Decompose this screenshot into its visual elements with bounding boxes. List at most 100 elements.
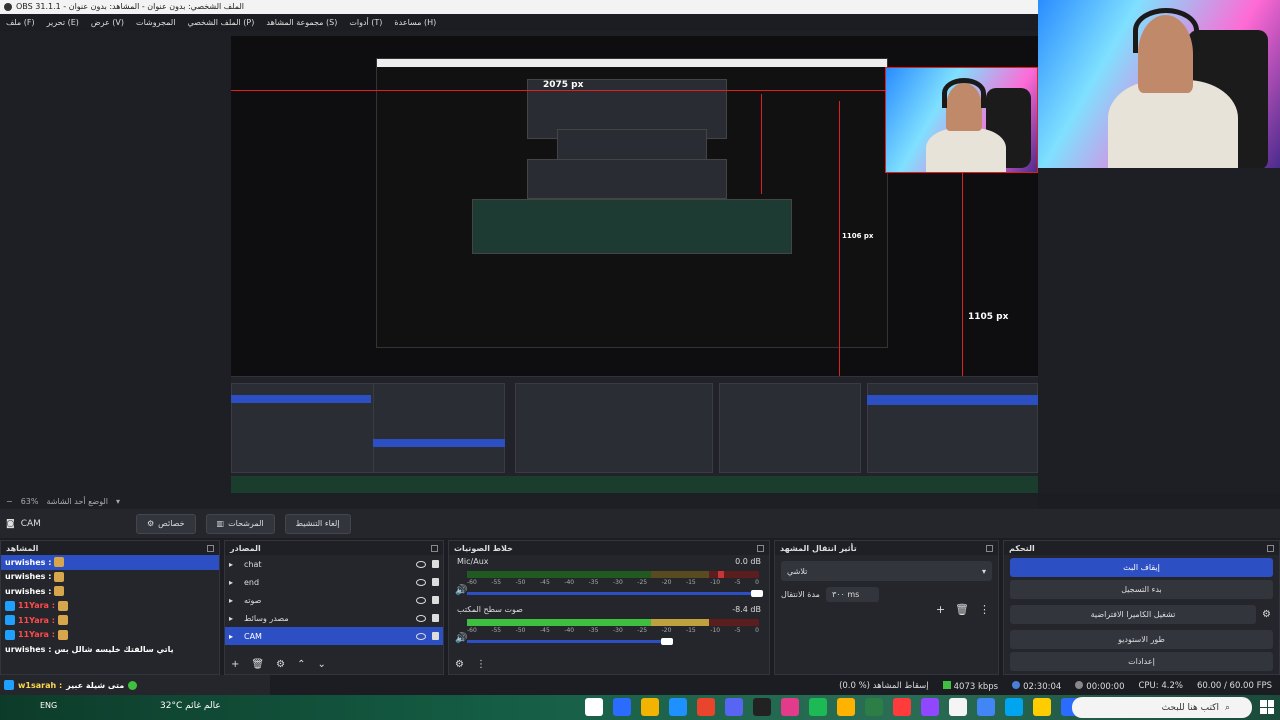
taskbar-app-icon[interactable] bbox=[585, 698, 603, 716]
taskbar-app-icon[interactable] bbox=[753, 698, 771, 716]
duration-input[interactable]: ٣٠٠ ms bbox=[825, 587, 880, 602]
source-item[interactable]: ▸ صوته bbox=[225, 591, 443, 609]
start-recording-button[interactable]: بدء التسجيل bbox=[1010, 580, 1273, 599]
trash-icon[interactable]: 🗑 bbox=[955, 603, 969, 616]
taskbar-app-icon[interactable] bbox=[809, 698, 827, 716]
source-item[interactable]: ▸ مصدر وسائط bbox=[225, 609, 443, 627]
gear-icon[interactable]: ⚙ bbox=[455, 659, 464, 670]
float-icon[interactable] bbox=[757, 544, 764, 552]
add-transition-icon[interactable]: + bbox=[936, 603, 945, 616]
taskbar-app-icon[interactable] bbox=[781, 698, 799, 716]
source-type-icon: ▸ bbox=[229, 595, 234, 605]
scene-item[interactable]: 11Yara : bbox=[1, 599, 219, 614]
source-item[interactable]: ▸ chat bbox=[225, 555, 443, 573]
more-icon[interactable]: ⋮ bbox=[476, 659, 486, 670]
menu-docks[interactable]: المجروشات bbox=[136, 18, 175, 27]
scene-item[interactable]: urwishes : bbox=[1, 555, 219, 570]
weather-widget[interactable]: 32°C عالم غائم bbox=[160, 701, 221, 711]
visibility-icon[interactable] bbox=[416, 596, 426, 604]
scene-item[interactable]: 11Yara : bbox=[1, 628, 219, 643]
taskbar-app-icon[interactable] bbox=[977, 698, 995, 716]
taskbar-app-icon[interactable] bbox=[837, 698, 855, 716]
taskbar-app-icon[interactable] bbox=[1033, 698, 1051, 716]
volume-slider-desktop[interactable] bbox=[467, 638, 673, 645]
move-down-icon[interactable]: ⌄ bbox=[317, 659, 325, 670]
taskbar-app-icon[interactable] bbox=[669, 698, 687, 716]
source-item[interactable]: ▸ CAM bbox=[225, 627, 443, 645]
transitions-dock: تأثير انتقال المشهد تلاشي ▾ مدة الانتقال … bbox=[774, 540, 999, 675]
meter-tick: -15 bbox=[685, 627, 696, 634]
lock-icon[interactable] bbox=[432, 632, 439, 640]
lock-icon[interactable] bbox=[432, 578, 439, 586]
start-button-icon[interactable] bbox=[1260, 700, 1274, 714]
volume-slider-mic[interactable] bbox=[467, 590, 763, 597]
deactivate-button[interactable]: إلغاء التنشيط bbox=[284, 513, 351, 534]
taskbar-app-icon[interactable] bbox=[949, 698, 967, 716]
badge-icon bbox=[5, 615, 15, 626]
source-toolbar: ◙ CAM ⚙ خصائص ▥ المرشحات إلغاء التنشيط bbox=[0, 509, 1280, 538]
taskbar-search[interactable]: اكتب هنا للبحث ⌕ bbox=[1072, 697, 1252, 718]
speaker-icon[interactable]: 🔊 bbox=[455, 585, 467, 596]
zoom-value[interactable]: 63% bbox=[21, 497, 39, 506]
trash-icon[interactable]: 🗑 bbox=[251, 659, 264, 670]
menu-tools[interactable]: أدوات (T) bbox=[349, 18, 382, 27]
zoom-mode-label[interactable]: الوضع أحد الشاشة bbox=[46, 497, 108, 506]
float-icon[interactable] bbox=[431, 544, 438, 552]
taskbar-app-icon[interactable] bbox=[613, 698, 631, 716]
zoom-out-icon[interactable]: − bbox=[6, 497, 13, 506]
menu-file[interactable]: ملف (F) bbox=[6, 18, 35, 27]
live-icon bbox=[1012, 680, 1021, 689]
bitrate: 4073 kbps bbox=[942, 680, 998, 692]
move-up-icon[interactable]: ⌃ bbox=[297, 659, 305, 670]
add-source-icon[interactable]: + bbox=[231, 659, 239, 670]
taskbar-app-icon[interactable] bbox=[641, 698, 659, 716]
float-icon[interactable] bbox=[986, 544, 993, 552]
taskbar-app-icon[interactable] bbox=[697, 698, 715, 716]
taskbar-app-icon[interactable] bbox=[1005, 698, 1023, 716]
lock-icon[interactable] bbox=[432, 614, 439, 622]
visibility-icon[interactable] bbox=[416, 578, 426, 586]
stop-streaming-button[interactable]: إيقاف البث bbox=[1010, 558, 1273, 577]
gear-icon[interactable]: ⚙ bbox=[276, 659, 285, 670]
gear-icon[interactable]: ⚙ bbox=[1262, 609, 1271, 620]
channel-name: Mic/Aux bbox=[457, 557, 489, 566]
menu-edit[interactable]: تحرير (E) bbox=[47, 18, 79, 27]
virtual-camera-button[interactable]: تشغيل الكاميرا الافتراضية bbox=[1010, 605, 1257, 624]
scene-item[interactable]: urwishes : bbox=[1, 570, 219, 585]
menu-view[interactable]: عرض (V) bbox=[91, 18, 124, 27]
scene-item[interactable]: urwishes : ياتي سالفتك خليسه شالل بس bbox=[1, 642, 219, 657]
float-icon[interactable] bbox=[1267, 544, 1274, 552]
scene-user: urwishes : bbox=[5, 557, 52, 567]
chevron-down-icon[interactable]: ▾ bbox=[116, 497, 120, 506]
sources-dock: المصادر ▸ chat ▸ end ▸ صوته ▸ مصدر وسائط ▸ CAM + … bbox=[224, 540, 444, 675]
settings-button[interactable]: إعدادات bbox=[1010, 652, 1273, 671]
filters-button[interactable]: ▥ المرشحات bbox=[205, 513, 275, 534]
studio-mode-button[interactable]: طور الاستوديو bbox=[1010, 630, 1273, 649]
visibility-icon[interactable] bbox=[416, 560, 426, 568]
taskbar-app-icon[interactable] bbox=[865, 698, 883, 716]
meter-tick: -25 bbox=[637, 579, 648, 586]
lock-icon[interactable] bbox=[432, 560, 439, 568]
menu-profile[interactable]: الملف الشخصي (P) bbox=[187, 18, 254, 27]
menu-scene-collection[interactable]: مجموعة المشاهد (S) bbox=[266, 18, 337, 27]
transition-select[interactable]: تلاشي ▾ bbox=[781, 561, 992, 581]
visibility-icon[interactable] bbox=[416, 614, 426, 622]
scene-item[interactable]: urwishes : bbox=[1, 584, 219, 599]
scene-item[interactable]: 11Yara : bbox=[1, 613, 219, 628]
menu-help[interactable]: مساعدة (H) bbox=[394, 18, 436, 27]
taskbar-app-icon[interactable] bbox=[921, 698, 939, 716]
more-icon[interactable]: ⋮ bbox=[979, 603, 990, 616]
source-item[interactable]: ▸ end bbox=[225, 573, 443, 591]
lock-icon[interactable] bbox=[432, 596, 439, 604]
taskbar-app-icon[interactable] bbox=[725, 698, 743, 716]
tray-lang[interactable]: ENG bbox=[40, 701, 57, 710]
visibility-icon[interactable] bbox=[416, 632, 426, 640]
float-icon[interactable] bbox=[207, 544, 214, 552]
speaker-icon[interactable]: 🔊 bbox=[455, 633, 467, 644]
badge-icon bbox=[5, 629, 15, 640]
emote-icon bbox=[54, 586, 65, 597]
properties-button[interactable]: ⚙ خصائص bbox=[136, 513, 196, 534]
taskbar-app-icon[interactable] bbox=[893, 698, 911, 716]
scene-user: 11Yara : bbox=[18, 601, 55, 611]
preview-area[interactable]: 2075 px 1105 px 1106 px bbox=[0, 31, 1038, 494]
